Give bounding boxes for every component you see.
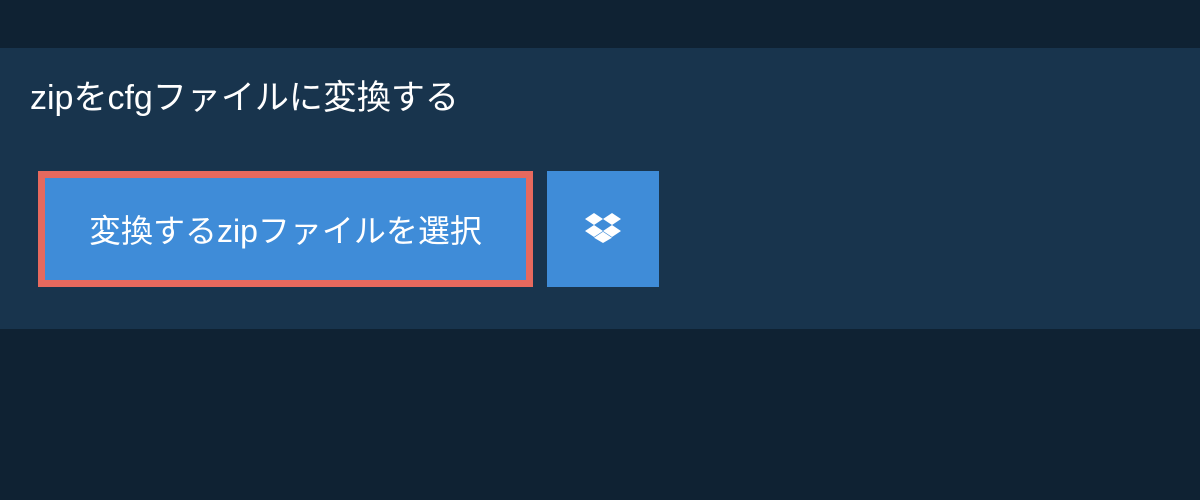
converter-panel: zipをcfgファイルに変換する 変換するzipファイルを選択: [0, 48, 1200, 329]
select-file-label: 変換するzipファイルを選択: [89, 206, 482, 252]
button-row: 変換するzipファイルを選択: [38, 171, 1162, 287]
dropbox-icon: [585, 210, 621, 249]
dropbox-button[interactable]: [547, 171, 659, 287]
page-title: zipをcfgファイルに変換する: [0, 48, 489, 141]
select-file-button[interactable]: 変換するzipファイルを選択: [38, 171, 533, 287]
action-area: 変換するzipファイルを選択: [0, 141, 1200, 329]
page-container: zipをcfgファイルに変換する 変換するzipファイルを選択: [0, 0, 1200, 329]
